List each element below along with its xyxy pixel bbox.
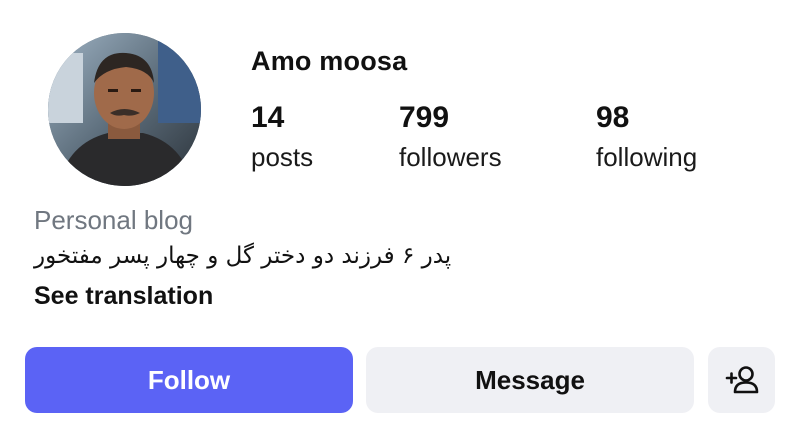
follow-button[interactable]: Follow	[25, 347, 353, 413]
message-button[interactable]: Message	[366, 347, 694, 413]
profile-category: Personal blog	[34, 205, 193, 235]
posts-count: 14	[251, 101, 285, 134]
follow-button-label: Follow	[147, 364, 231, 395]
profile-username: Amo moosa	[251, 46, 408, 76]
following-stat[interactable]: 98 following	[596, 100, 697, 174]
following-count: 98	[596, 101, 630, 134]
posts-label: posts	[251, 142, 314, 172]
following-label: following	[596, 142, 698, 172]
profile-bio: پدر ۶ فرزند دو دختر گل و چهار پسر مفتخور	[34, 243, 452, 269]
followers-label: followers	[399, 142, 502, 172]
see-translation-link[interactable]: See translation	[34, 282, 213, 311]
suggested-accounts-button[interactable]	[708, 347, 775, 413]
posts-stat[interactable]: 14 posts	[251, 100, 313, 174]
profile-avatar[interactable]	[48, 33, 201, 186]
avatar-photo	[48, 33, 201, 186]
add-person-icon	[725, 366, 758, 394]
followers-count: 799	[399, 101, 450, 134]
followers-stat[interactable]: 799 followers	[399, 100, 502, 174]
message-button-label: Message	[475, 364, 585, 395]
profile-header: Amo moosa 14 posts 799 followers 98 foll…	[0, 0, 800, 439]
